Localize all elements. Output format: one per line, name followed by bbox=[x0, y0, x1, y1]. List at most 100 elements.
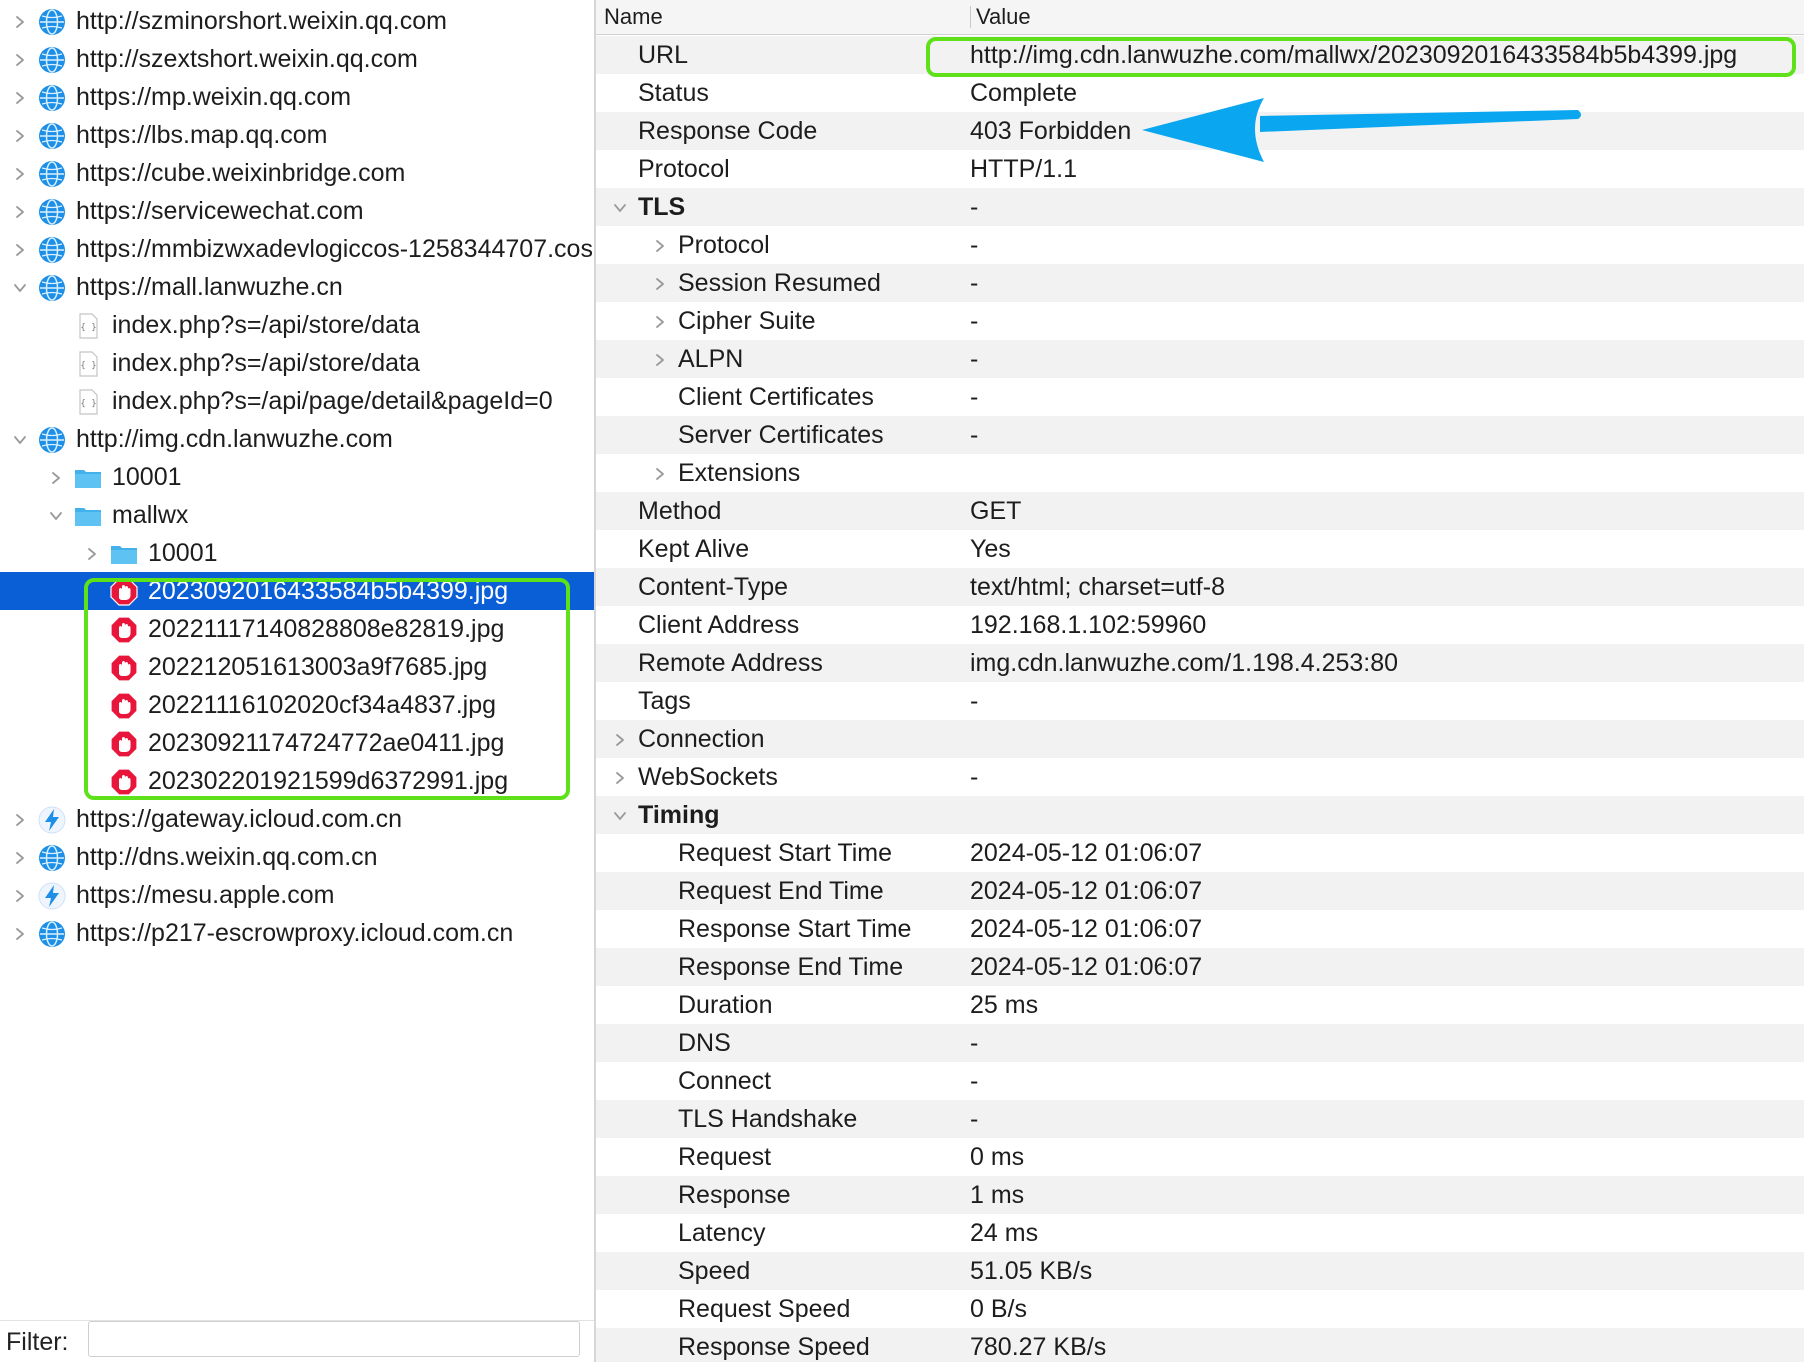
tree-row[interactable]: http://dns.weixin.qq.com.cn bbox=[0, 838, 594, 876]
overview-row-request-speed[interactable]: Request Speed 0 B/s bbox=[596, 1290, 1804, 1328]
overview-pane: Name Value URL http://img.cdn.lanwuzhe.co… bbox=[596, 0, 1804, 1362]
tree-row[interactable]: http://szextshort.weixin.qq.com bbox=[0, 40, 594, 78]
chevron-right-icon[interactable] bbox=[80, 534, 104, 572]
tree-row[interactable]: https://p217-escrowproxy.icloud.com.cn bbox=[0, 914, 594, 952]
tree-row-selected[interactable]: 2023092016433584b5b4399.jpg bbox=[0, 572, 594, 610]
filter-input[interactable] bbox=[88, 1321, 580, 1357]
tree-row[interactable]: 20221116102020cf34a4837.jpg bbox=[0, 686, 594, 724]
overview-row-duration[interactable]: Duration 25 ms bbox=[596, 986, 1804, 1024]
overview-row-cipher-suite[interactable]: Cipher Suite - bbox=[596, 302, 1804, 340]
chevron-right-icon[interactable] bbox=[8, 230, 32, 268]
chevron-right-icon[interactable] bbox=[8, 78, 32, 116]
tree-row[interactable]: https://cube.weixinbridge.com bbox=[0, 154, 594, 192]
chevron-down-icon[interactable] bbox=[44, 496, 68, 534]
chevron-right-icon[interactable] bbox=[8, 800, 32, 838]
chevron-right-icon[interactable] bbox=[8, 40, 32, 78]
tree-row[interactable]: mallwx bbox=[0, 496, 594, 534]
overview-row-kept-alive[interactable]: Kept Alive Yes bbox=[596, 530, 1804, 568]
chevron-down-icon[interactable] bbox=[608, 796, 632, 834]
overview-row-session-resumed[interactable]: Session Resumed - bbox=[596, 264, 1804, 302]
tree-row[interactable]: https://gateway.icloud.com.cn bbox=[0, 800, 594, 838]
overview-row-client-address[interactable]: Client Address 192.168.1.102:59960 bbox=[596, 606, 1804, 644]
tree-row-label: 10001 bbox=[148, 539, 218, 567]
overview-row-response-end-time[interactable]: Response End Time 2024-05-12 01:06:07 bbox=[596, 948, 1804, 986]
overview-row-value: 24 ms bbox=[970, 1219, 1039, 1247]
column-divider[interactable] bbox=[970, 6, 971, 28]
tree-row[interactable]: { } index.php?s=/api/page/detail&pageId=0 bbox=[0, 382, 594, 420]
overview-row-request-end-time[interactable]: Request End Time 2024-05-12 01:06:07 bbox=[596, 872, 1804, 910]
overview-row-server-certificates[interactable]: Server Certificates - bbox=[596, 416, 1804, 454]
tree-row[interactable]: 202302201921599d6372991.jpg bbox=[0, 762, 594, 800]
chevron-right-icon[interactable] bbox=[608, 720, 632, 758]
overview-row-value: 25 ms bbox=[970, 991, 1039, 1019]
chevron-down-icon[interactable] bbox=[8, 420, 32, 458]
overview-row-response-start-time[interactable]: Response Start Time 2024-05-12 01:06:07 bbox=[596, 910, 1804, 948]
tree-row[interactable]: https://mp.weixin.qq.com bbox=[0, 78, 594, 116]
overview-row-url[interactable]: URL http://img.cdn.lanwuzhe.com/mallwx/20… bbox=[596, 36, 1804, 74]
overview-row-tls[interactable]: TLS - bbox=[596, 188, 1804, 226]
overview-row-connection[interactable]: Connection bbox=[596, 720, 1804, 758]
overview-row-timing[interactable]: Timing bbox=[596, 796, 1804, 834]
chevron-right-icon[interactable] bbox=[8, 914, 32, 952]
tree-row[interactable]: http://szminorshort.weixin.qq.com bbox=[0, 2, 594, 40]
overview-row-latency[interactable]: Latency 24 ms bbox=[596, 1214, 1804, 1252]
overview-row-content-type[interactable]: Content-Type text/html; charset=utf-8 bbox=[596, 568, 1804, 606]
tree-row-label: https://mp.weixin.qq.com bbox=[76, 83, 352, 111]
stop-icon bbox=[110, 730, 138, 758]
chevron-right-icon[interactable] bbox=[8, 192, 32, 230]
tree-row[interactable]: 10001 bbox=[0, 458, 594, 496]
tree-row[interactable]: 10001 bbox=[0, 534, 594, 572]
overview-row-dns[interactable]: DNS - bbox=[596, 1024, 1804, 1062]
chevron-right-icon[interactable] bbox=[648, 226, 672, 264]
filter-bar: Filter: bbox=[0, 1320, 594, 1362]
tree-row[interactable]: { } index.php?s=/api/store/data bbox=[0, 306, 594, 344]
tree-row[interactable]: http://img.cdn.lanwuzhe.com bbox=[0, 420, 594, 458]
column-header-value[interactable]: Value bbox=[976, 0, 1031, 34]
tree-row[interactable]: 202212051613003a9f7685.jpg bbox=[0, 648, 594, 686]
overview-row-value: - bbox=[970, 687, 979, 715]
overview-row-client-certificates[interactable]: Client Certificates - bbox=[596, 378, 1804, 416]
tree-row[interactable]: https://mall.lanwuzhe.cn bbox=[0, 268, 594, 306]
overview-row-request-start-time[interactable]: Request Start Time 2024-05-12 01:06:07 bbox=[596, 834, 1804, 872]
tree-row-label: 20221117140828808e82819.jpg bbox=[148, 615, 505, 643]
chevron-right-icon[interactable] bbox=[8, 838, 32, 876]
chevron-right-icon[interactable] bbox=[8, 116, 32, 154]
overview-row-extensions[interactable]: Extensions bbox=[596, 454, 1804, 492]
tree-row-label: http://szextshort.weixin.qq.com bbox=[76, 45, 418, 73]
overview-row-speed[interactable]: Speed 51.05 KB/s bbox=[596, 1252, 1804, 1290]
chevron-right-icon[interactable] bbox=[8, 876, 32, 914]
chevron-right-icon[interactable] bbox=[648, 454, 672, 492]
column-header-name[interactable]: Name bbox=[604, 0, 663, 34]
chevron-right-icon[interactable] bbox=[44, 458, 68, 496]
chevron-right-icon[interactable] bbox=[648, 302, 672, 340]
tree-row[interactable]: 20230921174724772ae0411.jpg bbox=[0, 724, 594, 762]
chevron-right-icon[interactable] bbox=[648, 264, 672, 302]
overview-row-request[interactable]: Request 0 ms bbox=[596, 1138, 1804, 1176]
chevron-right-icon[interactable] bbox=[8, 2, 32, 40]
tree-row-label: https://mesu.apple.com bbox=[76, 881, 335, 909]
chevron-right-icon[interactable] bbox=[608, 758, 632, 796]
tree-row[interactable]: https://servicewechat.com bbox=[0, 192, 594, 230]
overview-row-remote-address[interactable]: Remote Address img.cdn.lanwuzhe.com/1.198… bbox=[596, 644, 1804, 682]
overview-row-response-speed[interactable]: Response Speed 780.27 KB/s bbox=[596, 1328, 1804, 1362]
overview-row-protocol[interactable]: Protocol - bbox=[596, 226, 1804, 264]
tree-row[interactable]: https://lbs.map.qq.com bbox=[0, 116, 594, 154]
overview-row-value: img.cdn.lanwuzhe.com/1.198.4.253:80 bbox=[970, 649, 1399, 677]
overview-row-response[interactable]: Response 1 ms bbox=[596, 1176, 1804, 1214]
tree-row-label: 20230921174724772ae0411.jpg bbox=[148, 729, 505, 757]
overview-row-websockets[interactable]: WebSockets - bbox=[596, 758, 1804, 796]
globe-icon bbox=[38, 160, 66, 188]
tree-row[interactable]: https://mesu.apple.com bbox=[0, 876, 594, 914]
chevron-down-icon[interactable] bbox=[8, 268, 32, 306]
overview-row-tls-handshake[interactable]: TLS Handshake - bbox=[596, 1100, 1804, 1138]
overview-row-method[interactable]: Method GET bbox=[596, 492, 1804, 530]
tree-row[interactable]: { } index.php?s=/api/store/data bbox=[0, 344, 594, 382]
chevron-right-icon[interactable] bbox=[648, 340, 672, 378]
chevron-down-icon[interactable] bbox=[608, 188, 632, 226]
overview-row-connect[interactable]: Connect - bbox=[596, 1062, 1804, 1100]
overview-row-alpn[interactable]: ALPN - bbox=[596, 340, 1804, 378]
overview-row-tags[interactable]: Tags - bbox=[596, 682, 1804, 720]
tree-row[interactable]: https://mmbizwxadevlogiccos-1258344707.c… bbox=[0, 230, 594, 268]
chevron-right-icon[interactable] bbox=[8, 154, 32, 192]
tree-row[interactable]: 20221117140828808e82819.jpg bbox=[0, 610, 594, 648]
